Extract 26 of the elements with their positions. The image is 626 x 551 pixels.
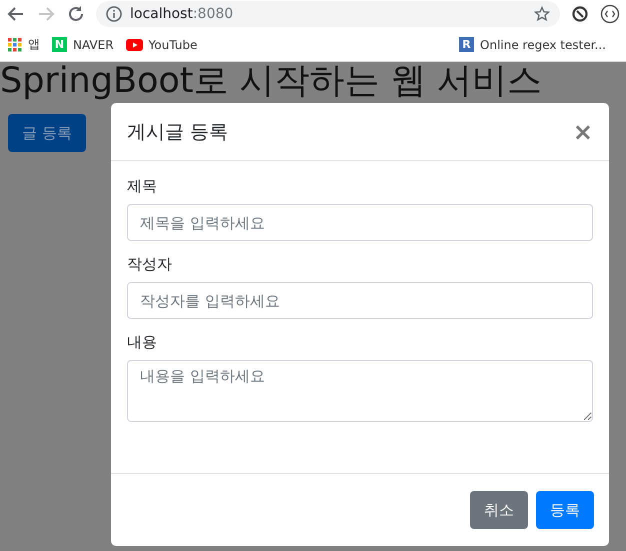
bookmark-logo-icon: R [459,37,474,52]
field-label: 작성자 [127,255,173,274]
reload-icon[interactable] [66,4,86,24]
info-icon[interactable] [106,6,122,22]
submit-button[interactable]: 등록 [536,491,594,529]
url-text: localhost:8080 [130,6,234,22]
extension-icon[interactable] [600,4,620,24]
bookmark-link[interactable]: YouTube [126,38,198,52]
field-label: 제목 [127,177,158,196]
bookmark-link[interactable]: 앱 [8,36,40,53]
apps-grid-icon [8,38,22,52]
modal-title: 게시글 등록 [127,120,228,144]
page-heading: SpringBoot로 시작하는 웹 서비스 [0,62,543,100]
input-field[interactable]: 작성자를 입력하세요 [127,282,593,319]
address-bar[interactable]: localhost:8080 [96,1,560,27]
bookmark-link[interactable]: N NAVER [52,37,114,52]
bookmark-logo-icon: N [52,37,67,52]
bookmark-link[interactable]: R Online regex tester... [459,37,606,52]
cancel-button[interactable]: 취소 [470,491,528,529]
input-field[interactable]: 제목을 입력하세요 [127,204,593,241]
star-icon[interactable] [534,6,550,22]
content-field[interactable]: 내용을 입력하세요 [127,360,593,422]
play-button-icon [126,38,143,50]
new-post-button[interactable]: 글 등록 [8,114,86,152]
close-button[interactable]: × [572,118,593,146]
field-label: 내용 [127,333,158,352]
